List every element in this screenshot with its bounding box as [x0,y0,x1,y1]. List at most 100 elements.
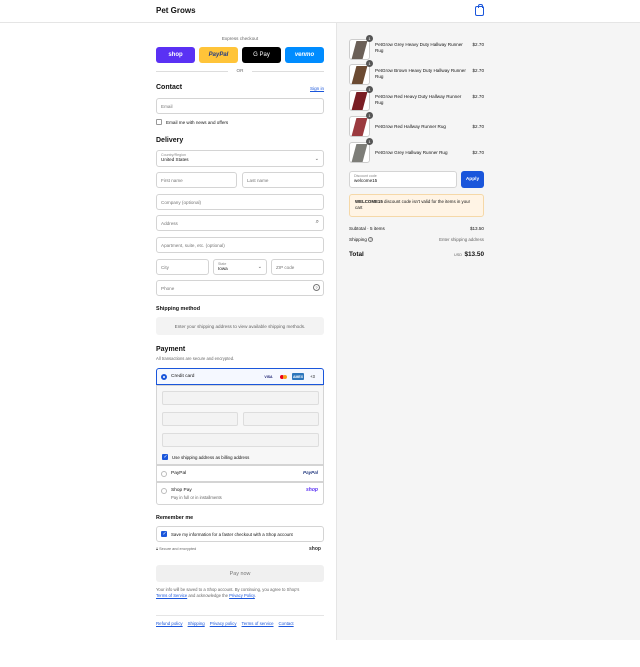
item-price: $2.70 [472,94,485,99]
legal-line: Your info will be saved to a Shop accoun… [156,587,300,592]
quantity-badge: 1 [366,86,373,93]
shop-pay-option-label: Shop Pay [171,488,192,493]
contact-link[interactable]: Contact [279,621,294,626]
address-placeholder: Address [161,220,178,226]
address-field[interactable]: Address ⌕ [156,215,324,231]
apartment-field[interactable]: Apartment, suite, etc. (optional) [156,237,324,253]
search-icon: ⌕ [315,219,319,225]
store-logo[interactable]: Pet Grows [156,6,196,15]
legal-period: . [254,593,257,598]
payment-heading: Payment [156,346,186,353]
amex-icon: AMEX [292,373,304,380]
shop-pay-option[interactable]: Shop Pay Pay in full or in installments … [156,482,324,505]
shop-pay-subtitle: Pay in full or in installments [171,495,222,500]
credit-card-radio[interactable] [161,374,167,380]
divider-right [252,71,324,72]
item-price: $2.70 [472,150,485,155]
security-code-field[interactable] [243,412,319,426]
quantity-badge: 1 [366,112,373,119]
discount-code-field[interactable]: Discount code welcome15 [349,171,457,188]
rug-image [351,92,368,110]
credit-card-form: Use shipping address as billing address [156,385,324,465]
subtotal-value: $13.50 [469,226,484,231]
subtotal-label: Subtotal · 5 items [349,226,385,231]
total-value: $13.50 [464,251,484,258]
sign-in-link[interactable]: Sign in [310,86,324,91]
privacy-policy-link[interactable]: Privacy policy [210,621,237,626]
shipping-link[interactable]: Shipping [188,621,205,626]
item-title: PetGrow Grey Heavy Duty Hallway Runner R… [375,42,463,53]
rug-image [351,41,368,59]
country-select[interactable]: Country/Region United States ⌄ [156,150,324,167]
shipping-row-label: Shipping ? [349,237,374,243]
paypal-express-button[interactable]: PayPal [199,47,238,63]
news-checkbox[interactable] [156,119,162,125]
card-number-field[interactable] [162,391,319,405]
shop-pay-express-button[interactable]: shop [156,47,195,63]
footer-links: Refund policy Shipping Privacy policy Te… [156,621,294,626]
item-thumbnail [349,90,370,111]
save-info-label: Save my information for a faster checkou… [171,532,293,537]
discount-value: welcome15 [354,178,378,183]
paypal-option[interactable]: PayPal PayPal [156,465,324,482]
paypal-option-label: PayPal [171,471,187,476]
total-label: Total [349,251,364,258]
gpay-express-button[interactable]: G Pay [242,47,281,63]
first-name-field[interactable]: First name [156,172,237,188]
billing-label: Use shipping address as billing address [172,455,250,460]
item-thumbnail [349,116,370,137]
item-price: $2.70 [472,68,485,73]
terms-link[interactable]: Terms of Service [156,593,187,598]
state-select[interactable]: State Iowa ⌄ [213,259,267,275]
mastercard-icon [278,374,288,380]
rug-image [351,66,368,84]
warning-code: WELCOME15 [355,199,383,204]
news-label: Email me with news and offers [166,120,229,125]
shop-pay-radio[interactable] [161,488,167,494]
help-icon[interactable]: ? [313,284,320,291]
shop-logo: shop [306,487,318,493]
gpay-label: G Pay [253,52,270,58]
pay-now-button[interactable]: Pay now [156,565,324,582]
quantity-badge: 1 [366,35,373,42]
delivery-heading: Delivery [156,137,184,144]
quantity-badge: 1 [366,138,373,145]
privacy-link[interactable]: Privacy Policy [229,593,255,598]
credit-card-option[interactable]: Credit card VISA AMEX +3 [156,368,324,385]
item-thumbnail [349,39,370,60]
zip-field[interactable]: ZIP code [271,259,324,275]
expiration-field[interactable] [162,412,238,426]
refund-policy-link[interactable]: Refund policy [156,621,183,626]
country-value: United States [161,157,189,162]
paypal-radio[interactable] [161,471,167,477]
chevron-down-icon: ⌄ [257,264,262,270]
order-summary-pane [336,23,640,640]
last-name-field[interactable]: Last name [242,172,324,188]
item-thumbnail [349,64,370,85]
save-info-checkbox[interactable] [161,531,167,537]
contact-heading: Contact [156,84,183,91]
quantity-badge: 1 [366,60,373,67]
item-title: PetGrow Red Hallway Runner Rug [375,124,446,129]
apply-button[interactable]: Apply [461,171,484,188]
legal-text: Your info will be saved to a Shop accoun… [156,587,326,599]
paypal-label: PayPal [208,52,229,58]
shipping-method-heading: Shipping method [156,306,201,312]
billing-checkbox[interactable] [162,454,168,460]
discount-warning: WELCOME15 discount code isn't valid for … [349,194,484,217]
email-field[interactable]: Email [156,98,324,114]
phone-field[interactable]: Phone ? [156,280,324,296]
venmo-label: venmo [294,52,315,58]
name-on-card-field[interactable] [162,433,319,447]
terms-of-service-link[interactable]: Terms of service [242,621,274,626]
rug-image [351,118,368,136]
bag-icon[interactable] [475,4,484,16]
venmo-express-button[interactable]: venmo [285,47,324,63]
help-icon[interactable]: ? [368,237,374,243]
shop-logo-footer: shop [309,546,321,552]
secure-text: 🔒︎ Secure and encrypted [156,547,196,551]
company-field[interactable]: Company (optional) [156,194,324,210]
city-field[interactable]: City [156,259,209,275]
more-cards-count: +3 [310,374,315,379]
phone-placeholder: Phone [161,285,175,291]
